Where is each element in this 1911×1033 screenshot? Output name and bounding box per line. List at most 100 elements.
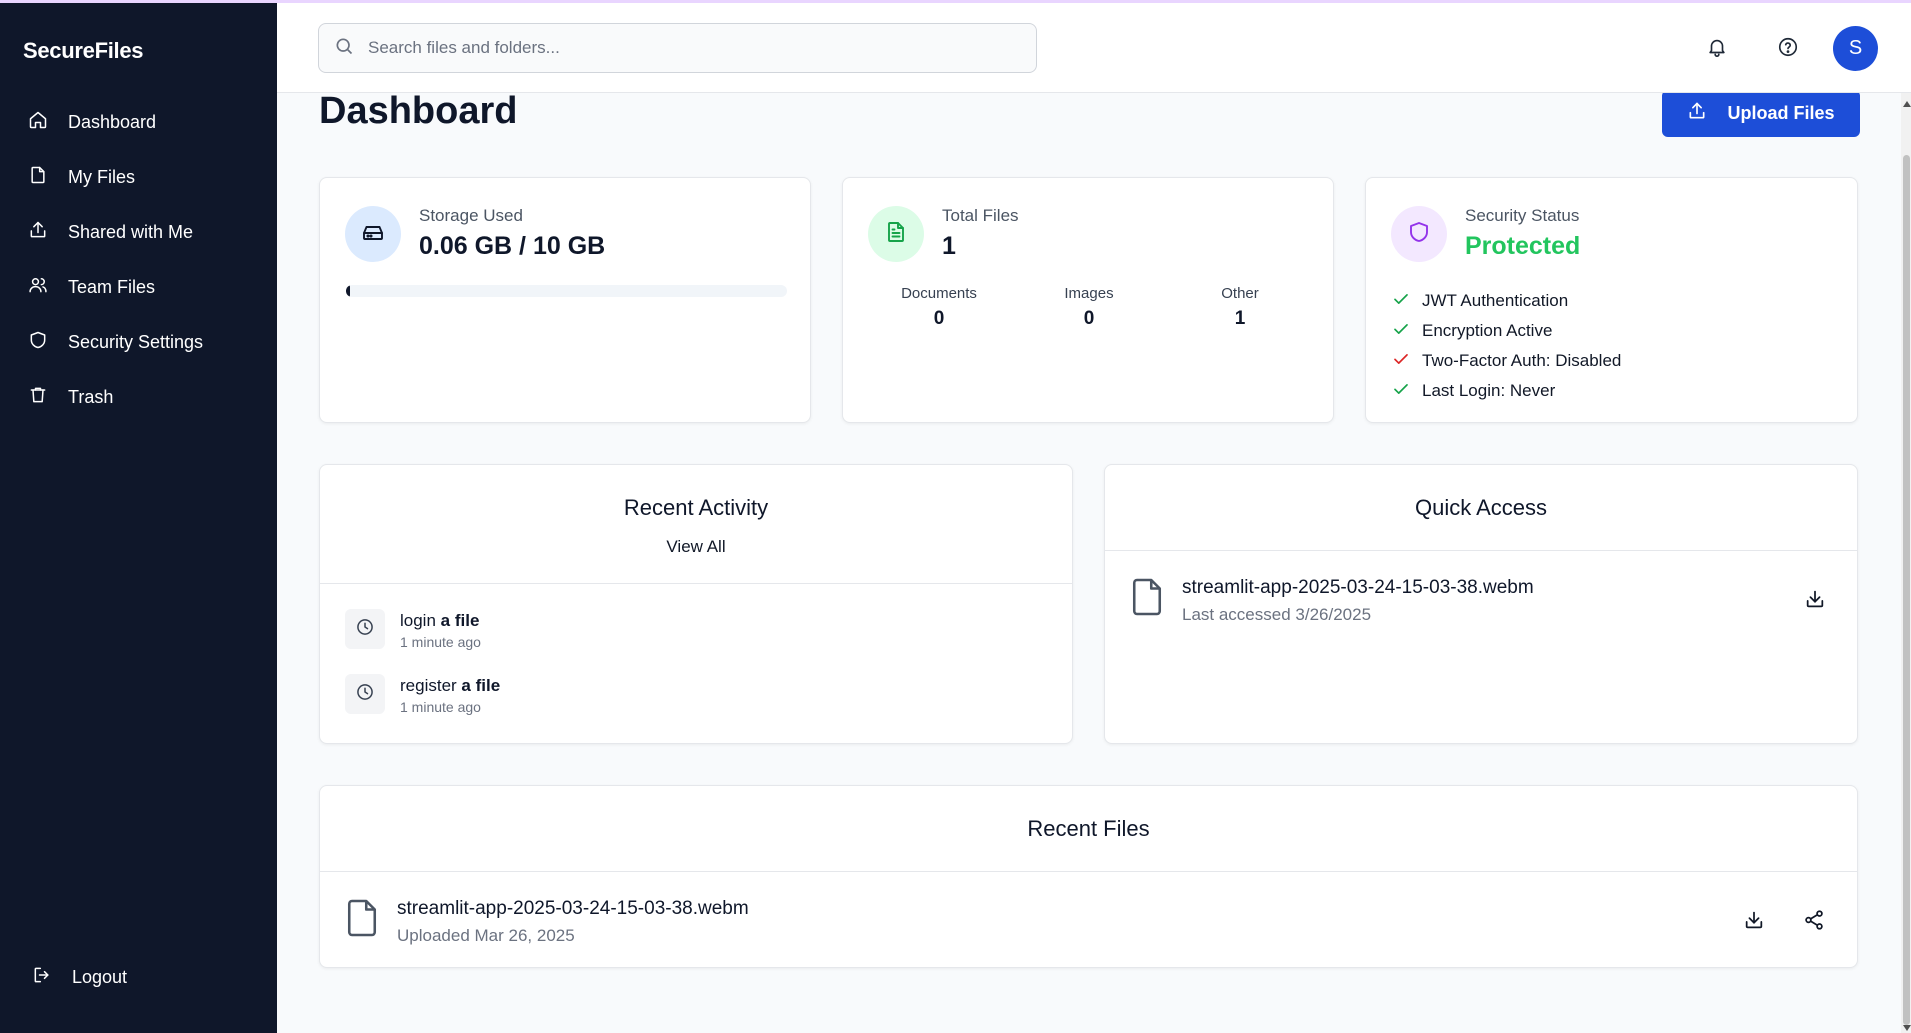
security-item-two-factor: Two-Factor Auth: Disabled [1392,346,1621,376]
storage-icon-circle [345,206,401,262]
user-avatar[interactable]: S [1833,26,1878,71]
security-item-text: Last Login: Never [1422,381,1556,400]
sidebar-item-label: Security Settings [68,332,204,352]
sidebar-item-security-settings[interactable]: Security Settings [0,315,277,370]
file-last-accessed: Last accessed 3/26/2025 [1182,605,1372,624]
total-files-value: 1 [942,232,956,260]
total-files-label: Total Files [942,206,1019,225]
quick-access-card: Quick Access streamlit-app-2025-03-24-15… [1104,464,1858,744]
scroll-thumb[interactable] [1903,155,1910,1025]
activity-icon-box [345,674,385,714]
activity-item: register a file 1 minute ago [345,674,500,715]
breakdown-name: Images [1064,285,1114,302]
help-button[interactable] [1777,36,1801,60]
download-button[interactable] [1804,588,1828,612]
upload-files-label: Upload Files [1727,103,1835,123]
check-icon [1392,320,1422,343]
activity-time: 1 minute ago [400,699,481,715]
activity-icon-box [345,609,385,649]
brand-logo[interactable]: SecureFiles [23,38,144,64]
divider [320,583,1072,584]
page-scrollbar[interactable] [1901,93,1911,1033]
logout-button[interactable]: Logout [32,965,127,990]
divider [1105,550,1857,551]
storage-progress-bar [346,285,787,297]
activity-text: login a file 1 minute ago [400,611,481,650]
security-status-card: Security Status Protected JWT Authentica… [1365,177,1858,423]
shield-icon [1407,220,1431,249]
sidebar-item-team-files[interactable]: Team Files [0,260,277,315]
logout-icon [32,965,52,990]
scroll-down-arrow[interactable] [1903,1025,1911,1031]
upload-files-button[interactable]: Upload Files [1662,90,1860,137]
quick-access-file-item[interactable]: streamlit-app-2025-03-24-15-03-38.webm L… [1130,577,1534,625]
breakdown-name: Documents [901,285,977,302]
hard-drive-icon [361,220,385,249]
bell-icon [1706,39,1728,62]
sidebar-item-my-files[interactable]: My Files [0,150,277,205]
clock-icon [355,682,375,707]
sidebar: SecureFiles Dashboard My Files Shared wi… [0,0,277,1033]
clock-icon [355,617,375,642]
share-icon [1803,910,1825,935]
file-icon [345,898,379,943]
activity-time: 1 minute ago [400,634,481,650]
file-upload-date: Uploaded Mar 26, 2025 [397,926,575,945]
activity-action: register [400,676,457,695]
breakdown-other: Other 1 [1170,285,1310,330]
sidebar-item-label: Team Files [68,277,156,297]
activity-suffix: a file [461,676,501,695]
notifications-button[interactable] [1706,36,1730,60]
security-item-encryption: Encryption Active [1392,316,1621,346]
storage-card: Storage Used 0.06 GB / 10 GB [319,177,811,423]
divider [320,871,1857,872]
security-checklist: JWT Authentication Encryption Active Two… [1392,286,1621,406]
users-icon [28,275,48,300]
storage-progress-fill [346,285,351,297]
trash-icon [28,385,48,410]
sidebar-item-label: Trash [68,387,114,407]
activity-suffix: a file [440,611,480,630]
security-value: Protected [1465,232,1581,260]
search-input[interactable] [368,38,1018,58]
security-item-last-login: Last Login: Never [1392,376,1621,406]
activity-text: register a file 1 minute ago [400,676,500,715]
logout-label: Logout [72,967,128,987]
check-icon [1392,290,1422,313]
check-icon [1392,380,1422,403]
sidebar-item-dashboard[interactable]: Dashboard [0,95,277,150]
page-title: Dashboard [319,90,518,132]
recent-activity-card: Recent Activity View All login a file 1 … [319,464,1073,744]
document-icon [884,220,908,249]
search-box [318,23,1037,73]
security-icon-circle [1391,206,1447,262]
download-button[interactable] [1743,909,1767,933]
breakdown-value: 0 [1083,308,1095,329]
breakdown-documents: Documents 0 [869,285,1009,330]
view-all-link[interactable]: View All [320,537,1072,557]
breakdown-value: 0 [933,308,945,329]
total-files-card: Total Files 1 Documents 0 Images 0 Other… [842,177,1334,423]
download-icon [1743,911,1765,935]
recent-file-item[interactable]: streamlit-app-2025-03-24-15-03-38.webm U… [345,898,749,946]
files-icon-circle [868,206,924,262]
recent-activity-title: Recent Activity [623,495,769,520]
recent-files-card: Recent Files streamlit-app-2025-03-24-15… [319,785,1858,968]
scroll-up-arrow[interactable] [1903,101,1911,107]
help-circle-icon [1777,37,1799,62]
share-upload-icon [28,220,48,245]
recent-files-title: Recent Files [1027,816,1150,841]
sidebar-item-shared-with-me[interactable]: Shared with Me [0,205,277,260]
sidebar-item-label: My Files [68,167,135,187]
breakdown-value: 1 [1234,308,1246,329]
file-name: streamlit-app-2025-03-24-15-03-38.webm [1182,577,1534,598]
download-icon [1804,590,1826,614]
security-label: Security Status [1465,206,1580,225]
upload-icon [1687,101,1727,126]
breakdown-images: Images 0 [1019,285,1159,330]
shield-icon [28,330,48,355]
share-button[interactable] [1803,909,1827,933]
sidebar-item-trash[interactable]: Trash [0,370,277,425]
security-item-jwt: JWT Authentication [1392,286,1621,316]
storage-label: Storage Used [419,206,523,225]
